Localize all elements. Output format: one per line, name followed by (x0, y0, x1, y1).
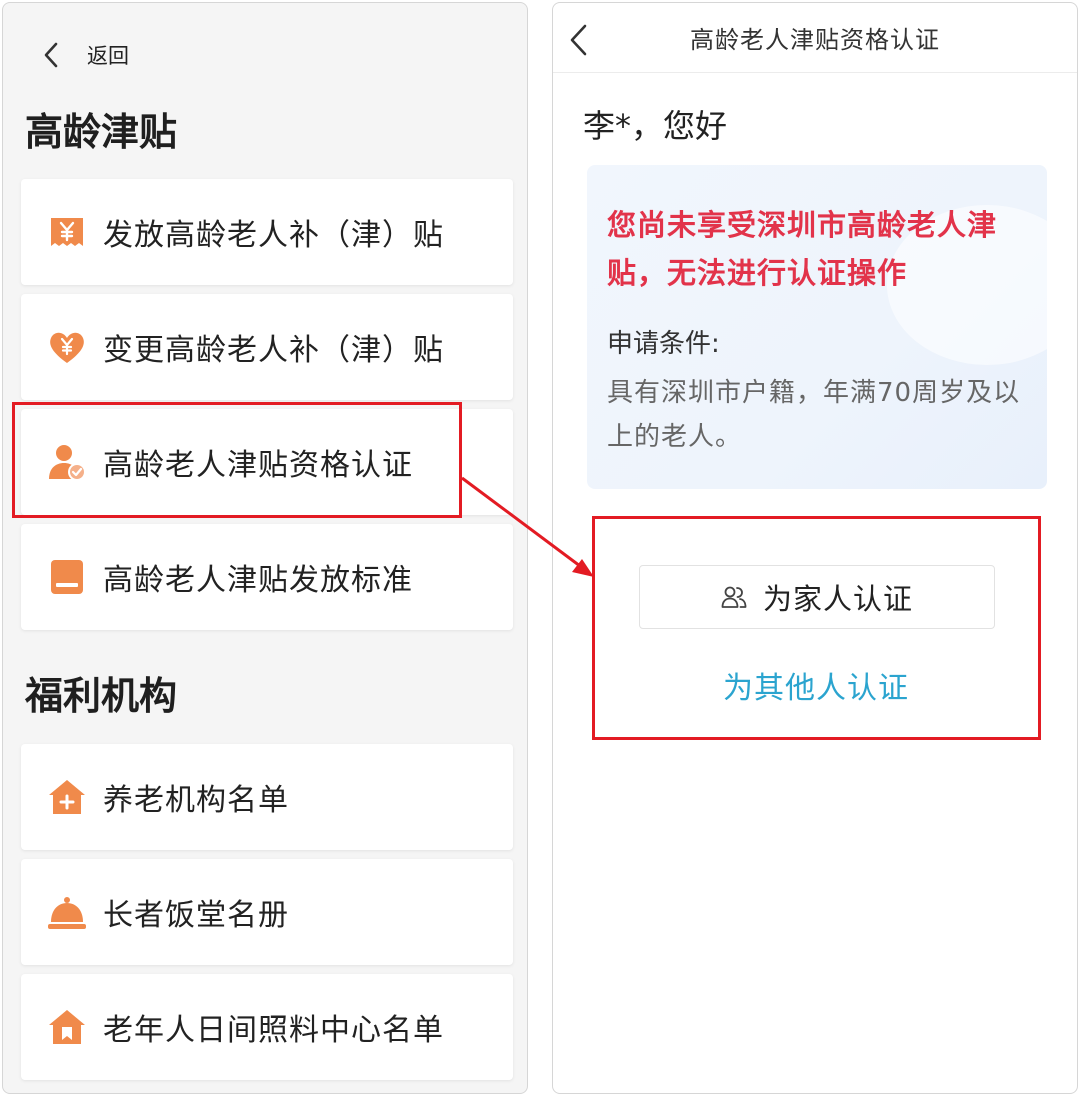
back-button[interactable]: 返回 (41, 39, 129, 71)
list-item-elderly-canteens[interactable]: 长者饭堂名册 (21, 859, 513, 965)
list-item-label: 长者饭堂名册 (103, 898, 289, 933)
list-item-label: 变更高龄老人补（津）贴 (103, 333, 444, 368)
house-bookmark-icon (47, 1007, 87, 1047)
book-icon (47, 557, 87, 597)
back-label: 返回 (87, 44, 129, 68)
list-item-nursing-homes[interactable]: 养老机构名单 (21, 744, 513, 850)
list-item-label: 养老机构名单 (103, 783, 289, 818)
eligibility-card: 您尚未享受深圳市高龄老人津贴，无法进行认证操作 申请条件: 具有深圳市户籍，年满… (587, 165, 1047, 489)
highlight-box-left (12, 402, 462, 518)
yen-ticket-icon (47, 212, 87, 252)
list-item-day-care-centers[interactable]: 老年人日间照料中心名单 (21, 974, 513, 1080)
list-item-issue-standard[interactable]: 高龄老人津贴发放标准 (21, 524, 513, 630)
left-screen: 返回 高龄津贴 发放高龄老人补（津）贴 变更高龄老人补（津）贴 高龄老人津贴资格… (2, 2, 528, 1094)
conditions-label: 申请条件: (607, 329, 720, 359)
food-cloche-icon (47, 892, 87, 932)
highlight-box-right (592, 516, 1041, 740)
list-item-label: 发放高龄老人补（津）贴 (103, 218, 444, 253)
warning-message: 您尚未享受深圳市高龄老人津贴，无法进行认证操作 (607, 208, 998, 290)
page-title: 高龄老人津贴资格认证 (690, 26, 940, 54)
list-item-label: 高龄老人津贴发放标准 (103, 563, 413, 598)
back-button[interactable] (567, 23, 591, 57)
list-item-change-subsidy[interactable]: 变更高龄老人补（津）贴 (21, 294, 513, 400)
yen-heart-icon (47, 327, 87, 367)
list-item-issue-subsidy[interactable]: 发放高龄老人补（津）贴 (21, 179, 513, 285)
conditions-text: 具有深圳市户籍，年满70周岁及以上的老人。 (607, 378, 1021, 452)
greeting: 李*，您好 (583, 107, 728, 145)
nav-bar: 高龄老人津贴资格认证 (553, 3, 1077, 73)
house-plus-icon (47, 777, 87, 817)
chevron-left-icon (570, 24, 587, 56)
section-title-welfare: 福利机构 (25, 674, 178, 718)
chevron-left-icon (44, 42, 58, 68)
section-title-subsidy: 高龄津贴 (25, 110, 178, 154)
list-item-label: 老年人日间照料中心名单 (103, 1013, 444, 1048)
